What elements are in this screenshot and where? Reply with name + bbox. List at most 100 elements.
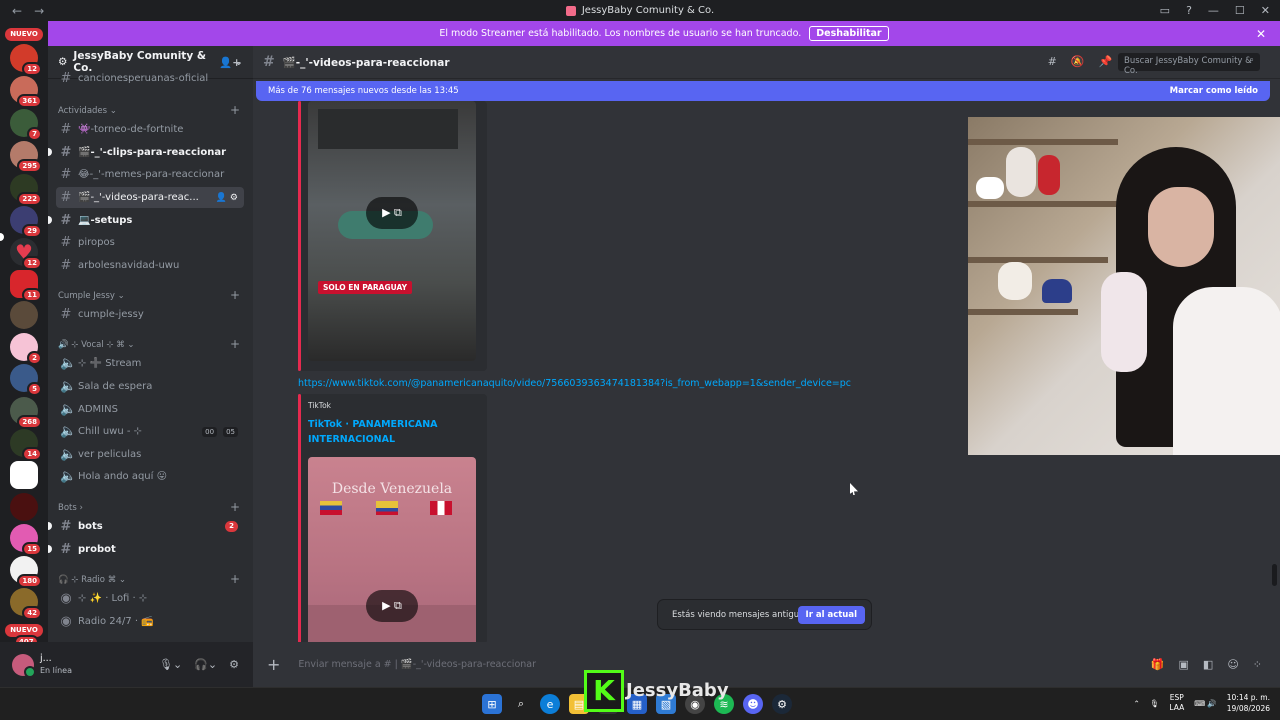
mention-count-badge: 2 (225, 521, 238, 532)
channel-item-active[interactable]: # 🎬-_'-videos-para-reac... 👤 ⚙ (56, 187, 244, 208)
help-icon[interactable]: ? (1186, 4, 1192, 17)
channel-settings-icons[interactable]: 👤 ⚙ (216, 193, 238, 203)
server-icon[interactable]: 15 (10, 524, 42, 556)
invite-people-icon[interactable]: 👤+ (219, 56, 241, 69)
category-bots[interactable]: Bots › + (58, 500, 240, 514)
threads-icon[interactable]: # (1048, 55, 1057, 68)
server-icon[interactable]: 222 (10, 174, 42, 206)
microphone-icon[interactable]: 🎙⌄ (159, 658, 182, 671)
channel-item[interactable]: # piropos (56, 232, 244, 253)
gift-icon[interactable]: 🎁 (1151, 658, 1165, 671)
add-channel-icon[interactable]: + (230, 500, 240, 514)
search-icon: ⌕ (1249, 55, 1254, 65)
network-icon[interactable]: ⌨ 🔊 (1194, 699, 1217, 708)
video-caption-tag: SOLO EN PARAGUAY (318, 281, 413, 294)
server-icon[interactable]: 11 (10, 270, 42, 302)
channel-item[interactable]: # 👾-torneo-de-fortnite (56, 119, 244, 140)
discord-icon[interactable]: ☻ (743, 694, 763, 714)
category-cumple[interactable]: Cumple Jessy ⌄ + (58, 288, 240, 302)
server-icon[interactable]: 295 (10, 141, 42, 173)
add-channel-icon[interactable]: + (230, 288, 240, 302)
embed-title[interactable]: TikTok · PANAMERICANA INTERNACIONAL (308, 417, 458, 447)
new-messages-bar[interactable]: Más de 76 mensajes nuevos desde las 13:4… (256, 81, 1270, 101)
category-radio[interactable]: 🎧 ⊹ Radio ⌘ ⌄ + (58, 572, 240, 586)
server-icon[interactable]: 268 (10, 397, 42, 429)
server-icon[interactable] (10, 461, 38, 489)
notifications-icon[interactable]: 🔕 (1071, 55, 1085, 68)
ecuador-flag-icon (376, 501, 398, 515)
edge-icon[interactable]: e (540, 694, 560, 714)
minimize-button[interactable]: — (1208, 4, 1219, 17)
voice-channel-item[interactable]: 🔈 ver peliculas (56, 444, 244, 465)
video-thumbnail[interactable]: Desde Venezuela ▶ ⧉ (308, 457, 476, 645)
video-thumbnail[interactable]: ▶ ⧉ SOLO EN PARAGUAY (308, 101, 476, 361)
server-icon[interactable]: 7 (10, 109, 42, 141)
heart-server-icon[interactable]: ♥ 12 (10, 238, 42, 270)
mic-tray-icon[interactable]: 🎙 (1150, 699, 1160, 708)
category-vocal[interactable]: 🔊 ⊹ Vocal ⊹ ⌘ ⌄ + (58, 337, 240, 351)
voice-channel-item[interactable]: 🔈 Hola ando aquí 😛 (56, 466, 244, 487)
message-input[interactable]: Enviar mensaje a # | 🎬-_'-videos-para-re… (298, 659, 536, 670)
server-icon[interactable]: 2 (10, 333, 42, 365)
inbox-icon[interactable]: ▭ (1160, 4, 1170, 17)
voice-channel-item[interactable]: 🔈 Sala de espera (56, 376, 244, 397)
avatar[interactable] (12, 653, 36, 678)
channel-item[interactable]: # 💻-setups (56, 210, 244, 231)
server-icon[interactable]: 42 (10, 588, 42, 620)
voice-channel-item[interactable]: 🔈 ADMINS (56, 399, 244, 420)
start-icon[interactable]: ⊞ (482, 694, 502, 714)
close-window-button[interactable]: ✕ (1261, 4, 1270, 17)
attach-icon[interactable]: + (267, 655, 280, 674)
server-icon[interactable]: 361 (10, 76, 42, 108)
channel-item[interactable]: # 😂-_'-memes-para-reaccionar (56, 164, 244, 185)
sticker-icon[interactable]: ◧ (1203, 658, 1213, 671)
channel-item[interactable]: # 🎬-_'-clips-para-reaccionar (56, 142, 244, 163)
scrollbar-thumb[interactable] (1272, 564, 1277, 586)
server-icon[interactable]: 5 (10, 364, 42, 396)
add-channel-icon[interactable]: + (230, 337, 240, 351)
stage-channel-item[interactable]: ◉ ⊹ ✨ · Lofi · ⊹ (56, 588, 244, 609)
clock[interactable]: 10:14 p. m. 19/08/2026 (1227, 692, 1270, 714)
close-icon[interactable]: ✕ (1256, 27, 1266, 41)
language-indicator[interactable]: ESP LAA (1169, 693, 1184, 713)
voice-channel-item[interactable]: 🔈 ⊹ ➕ Stream (56, 353, 244, 374)
voice-channel-item[interactable]: 🔈 Chill uwu - ⊹ 00 05 (56, 421, 244, 442)
chevron-up-icon[interactable]: ⌃ (1134, 699, 1140, 708)
server-icon[interactable]: 29 (10, 206, 42, 238)
venezuela-flag-icon (320, 501, 342, 515)
gear-icon[interactable]: ⚙ (229, 658, 239, 671)
jump-to-present-button[interactable]: Ir al actual (797, 605, 865, 624)
peru-flag-icon (430, 501, 452, 515)
channel-item[interactable]: # bots 2 (56, 516, 244, 537)
user-panel: j... En línea 🎙⌄ 🎧⌄ ⚙ (0, 642, 253, 687)
user-info[interactable]: j... En línea (40, 653, 72, 677)
apps-icon[interactable]: ⁘ (1253, 658, 1262, 671)
server-icon[interactable] (10, 301, 38, 329)
pin-icon[interactable]: 📌 (1099, 55, 1113, 68)
channel-item[interactable]: # cumple-jessy (56, 304, 244, 325)
mark-as-read-button[interactable]: Marcar como leído (1170, 86, 1258, 96)
server-icon[interactable]: 14 (10, 429, 42, 461)
tiktok-link[interactable]: https://www.tiktok.com/@panamericanaquit… (298, 378, 851, 389)
headphones-icon[interactable]: 🎧⌄ (194, 658, 217, 671)
maximize-button[interactable]: ☐ (1235, 4, 1245, 17)
server-icon[interactable] (10, 493, 38, 521)
server-icon[interactable]: 180 (10, 556, 42, 588)
steam-icon[interactable]: ⚙ (772, 694, 792, 714)
search-input[interactable]: Buscar JessyBaby Comunity & Co. ⌕ (1118, 53, 1260, 76)
add-channel-icon[interactable]: + (230, 103, 240, 117)
channel-item[interactable]: # arbolesnavidad-uwu (56, 255, 244, 276)
play-button[interactable]: ▶ ⧉ (366, 590, 418, 622)
emoji-icon[interactable]: ☺ (1227, 658, 1238, 671)
search-icon[interactable]: ⌕ (511, 694, 531, 714)
disable-streamer-button[interactable]: Deshabilitar (809, 26, 889, 41)
play-button[interactable]: ▶ ⧉ (366, 197, 418, 229)
add-channel-icon[interactable]: + (230, 572, 240, 586)
channel-item[interactable]: # probot (56, 539, 244, 560)
gif-icon[interactable]: ▣ (1179, 658, 1189, 671)
stage-channel-item[interactable]: ◉ Radio 24/7 · 📻 (56, 611, 244, 632)
channel-item[interactable]: # cancionesperuanas-oficial (56, 71, 244, 86)
category-actividades[interactable]: Actividades ⌄ + (58, 103, 240, 117)
server-icon[interactable]: 12 (10, 44, 42, 76)
hash-icon: # (60, 122, 72, 137)
